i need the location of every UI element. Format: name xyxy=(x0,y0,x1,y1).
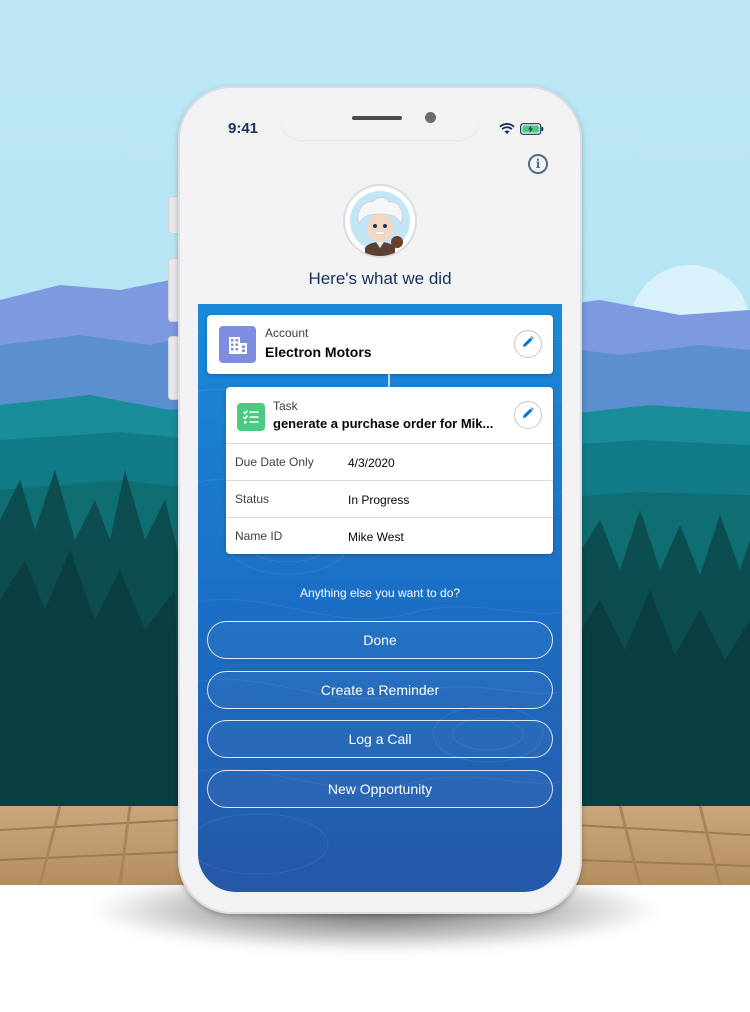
results-panel: Account Electron Motors Task generate a … xyxy=(198,304,562,892)
log-call-button[interactable]: Log a Call xyxy=(207,720,553,758)
battery-charging-icon xyxy=(520,122,544,140)
done-button[interactable]: Done xyxy=(207,621,553,659)
status-icons xyxy=(499,122,544,140)
create-reminder-button[interactable]: Create a Reminder xyxy=(207,671,553,709)
einstein-avatar xyxy=(345,186,415,256)
field-row-name-id: Name ID Mike West xyxy=(226,517,553,554)
field-label: Status xyxy=(235,492,270,506)
field-label: Name ID xyxy=(235,529,283,543)
edit-task-button[interactable] xyxy=(514,401,542,429)
edit-account-button[interactable] xyxy=(514,330,542,358)
task-card[interactable]: Task generate a purchase order for Mik..… xyxy=(226,387,553,554)
follow-up-prompt: Anything else you want to do? xyxy=(299,586,461,600)
account-name: Electron Motors xyxy=(265,344,372,360)
status-time: 9:41 xyxy=(228,120,259,137)
task-subject: generate a purchase order for Mik... xyxy=(273,416,494,431)
info-icon[interactable]: i xyxy=(528,154,548,174)
account-label: Account xyxy=(265,326,309,340)
field-value: 4/3/2020 xyxy=(348,456,395,470)
field-value: Mike West xyxy=(348,530,404,544)
field-row-status: Status In Progress xyxy=(226,480,553,517)
phone-screen: 9:41 i Here's what we did Account Electr… xyxy=(198,104,562,892)
phone-notch xyxy=(280,104,480,140)
field-row-due-date: Due Date Only 4/3/2020 xyxy=(226,443,553,480)
speaker-grille xyxy=(352,116,402,120)
front-camera xyxy=(425,112,436,123)
page-title: Here's what we did xyxy=(308,269,452,288)
account-card[interactable]: Account Electron Motors xyxy=(207,315,553,374)
pencil-icon xyxy=(522,335,534,353)
task-label: Task xyxy=(273,399,298,413)
new-opportunity-button[interactable]: New Opportunity xyxy=(207,770,553,808)
field-value: In Progress xyxy=(348,493,410,507)
wifi-icon xyxy=(499,122,515,140)
building-icon xyxy=(219,326,256,363)
pencil-icon xyxy=(522,406,534,424)
field-label: Due Date Only xyxy=(235,455,314,469)
card-connector xyxy=(388,374,390,387)
task-checklist-icon xyxy=(237,403,265,431)
